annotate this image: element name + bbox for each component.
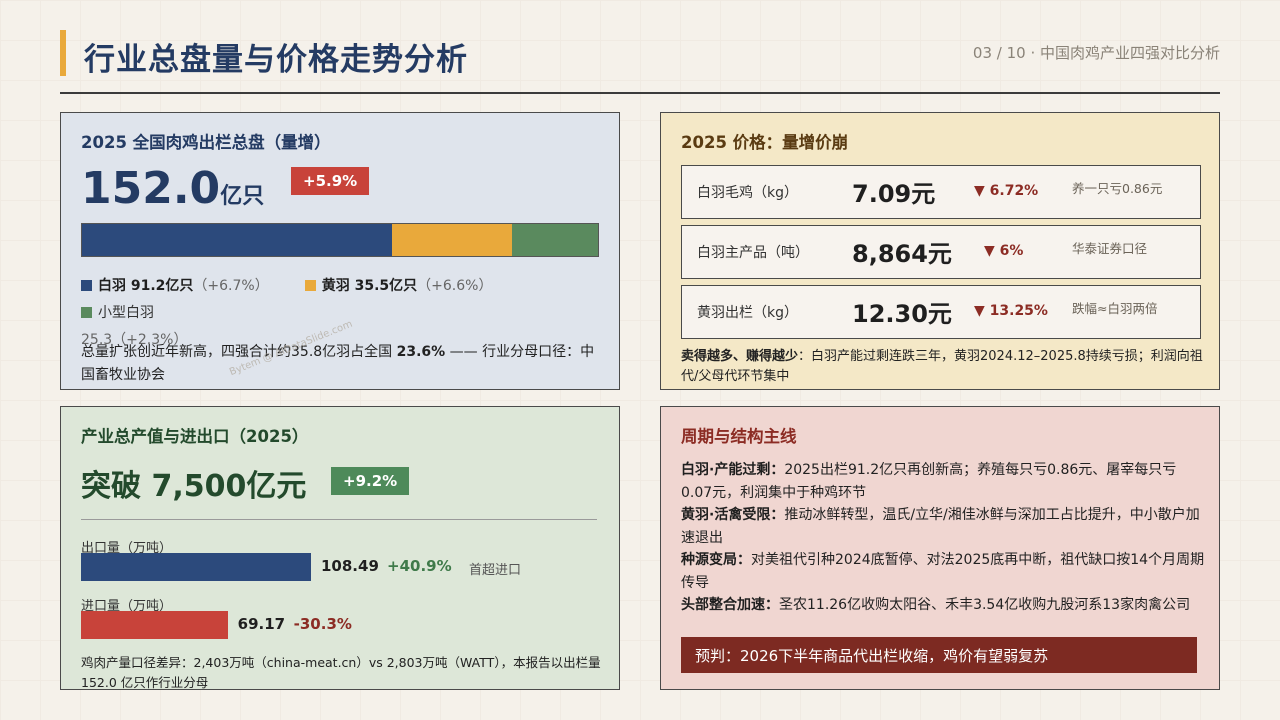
price-row-remark: 养一只亏0.86元 [1072, 181, 1163, 196]
price-row-white-broiler: 白羽毛鸡（kg） 7.09元 ▼ 6.72% 养一只亏0.86元 [681, 165, 1201, 219]
legend-swatch [81, 280, 92, 291]
legend-label: 小型白羽 [98, 305, 154, 321]
price-row-change: ▼ 6% [984, 243, 1024, 259]
legend-growth: （+6.6%） [417, 278, 493, 294]
legend-item-yellow-feather: 黄羽 35.5亿只（+6.6%） [304, 273, 493, 300]
output-total-value: 突破 7,500亿元 [81, 469, 307, 504]
cycle-point-text: 对美祖代引种2024底暂停、对法2025底再中断，祖代缺口按14个月周期传导 [681, 552, 1205, 591]
legend-swatch [81, 307, 92, 318]
volume-total: 152.0亿只 [81, 163, 264, 214]
legend-swatch [304, 280, 316, 291]
page-breadcrumb: 03 / 10 · 中国肉鸡产业四强对比分析 [972, 44, 1220, 62]
price-row-yellow-broiler: 黄羽出栏（kg） 12.30元 ▼ 13.25% 跌幅≈白羽两倍 [681, 285, 1201, 339]
cycle-title: 周期与结构主线 [681, 427, 797, 446]
price-row-value: 8,864元 [852, 240, 952, 268]
output-divider [81, 519, 597, 520]
volume-total-unit: 亿只 [220, 184, 265, 209]
import-value: 69.17 [237, 615, 286, 633]
output-title: 产业总产值与进出口（2025） [81, 427, 309, 446]
segment-white-feather [82, 224, 392, 256]
output-growth-badge: +9.2% [331, 467, 410, 495]
price-panel: 2025 价格：量增价崩 白羽毛鸡（kg） 7.09元 ▼ 6.72% 养一只亏… [660, 112, 1220, 390]
header-divider [60, 92, 1220, 94]
export-change: +40.9% [387, 557, 452, 575]
legend-growth: （+6.7%） [193, 278, 269, 294]
cycle-points: 白羽·产能过剩：2025出栏91.2亿只再创新高；养殖每只亏0.86元、屠宰每只… [681, 459, 1206, 617]
price-row-label: 白羽主产品（吨） [697, 245, 809, 261]
export-bar [81, 553, 311, 581]
import-bar [81, 611, 228, 639]
legend-label: 黄羽 35.5亿只 [321, 278, 418, 294]
price-row-remark: 跌幅≈白羽两倍 [1072, 301, 1158, 316]
volume-total-value: 152.0 [81, 163, 221, 214]
price-row-value: 7.09元 [852, 180, 936, 208]
cycle-point: 白羽·产能过剩：2025出栏91.2亿只再创新高；养殖每只亏0.86元、屠宰每只… [681, 459, 1206, 504]
cycle-point-text: 圣农11.26亿收购太阳谷、禾丰3.54亿收购九股河系13家肉禽公司 [779, 597, 1191, 613]
output-panel: 产业总产值与进出口（2025） 突破 7,500亿元 +9.2% 出口量（万吨）… [60, 406, 620, 690]
cycle-point: 头部整合加速：圣农11.26亿收购太阳谷、禾丰3.54亿收购九股河系13家肉禽公… [681, 594, 1206, 617]
price-row-label: 黄羽出栏（kg） [697, 305, 798, 321]
price-note-head: 卖得越多、赚得越少 [681, 349, 799, 364]
output-note: 鸡肉产量口径差异：2,403万吨（china-meat.cn）vs 2,803万… [81, 655, 601, 690]
volume-title: 2025 全国肉鸡出栏总盘（量增） [81, 133, 331, 152]
volume-panel: 2025 全国肉鸡出栏总盘（量增） 152.0亿只 +5.9% 白羽 91.2亿… [60, 112, 620, 390]
volume-growth-badge: +5.9% [291, 167, 370, 195]
export-remark: 首超进口 [469, 563, 522, 578]
legend-label: 白羽 91.2亿只 [98, 278, 194, 294]
segment-small-white [512, 224, 598, 256]
price-row-label: 白羽毛鸡（kg） [697, 185, 798, 201]
cycle-point-head: 头部整合加速： [681, 597, 779, 613]
price-row-main-product: 白羽主产品（吨） 8,864元 ▼ 6% 华泰证券口径 [681, 225, 1201, 279]
cycle-point-head: 黄羽·活禽受限： [681, 507, 785, 523]
cycle-panel: 周期与结构主线 白羽·产能过剩：2025出栏91.2亿只再创新高；养殖每只亏0.… [660, 406, 1220, 690]
segment-yellow-feather [391, 224, 513, 256]
cycle-point-head: 种源变局： [681, 552, 751, 568]
export-value: 108.49 [321, 557, 379, 575]
volume-note-text: 总量扩张创近年新高，四强合计约35.8亿羽占全国 [81, 344, 397, 360]
volume-stacked-bar [81, 223, 599, 257]
cycle-forecast-banner: 预判：2026下半年商品代出栏收缩，鸡价有望弱复苏 [681, 637, 1197, 673]
cycle-point: 种源变局：对美祖代引种2024底暂停、对法2025底再中断，祖代缺口按14个月周… [681, 549, 1206, 594]
volume-note-share: 23.6% [396, 344, 446, 360]
cycle-point-head: 白羽·产能过剩： [681, 462, 785, 478]
volume-note: 总量扩张创近年新高，四强合计约35.8亿羽占全国 23.6% —— 行业分母口径… [81, 341, 601, 387]
price-row-change: ▼ 6.72% [974, 183, 1039, 199]
price-note: 卖得越多、赚得越少：白羽产能过剩连跌三年，黄羽2024.12–2025.8持续亏… [681, 347, 1206, 387]
title-accent-bar [60, 30, 66, 76]
price-row-remark: 华泰证券口径 [1072, 241, 1148, 256]
legend-item-white-feather: 白羽 91.2亿只（+6.7%） [81, 273, 269, 300]
price-title: 2025 价格：量增价崩 [681, 133, 849, 152]
price-row-change: ▼ 13.25% [974, 303, 1048, 319]
page-header: 行业总盘量与价格走势分析 03 / 10 · 中国肉鸡产业四强对比分析 [60, 30, 1220, 94]
cycle-point: 黄羽·活禽受限：推动冰鲜转型，温氏/立华/湘佳冰鲜与深加工占比提升，中小散户加速… [681, 504, 1206, 549]
price-row-value: 12.30元 [852, 300, 952, 328]
legend-item-small-white: 小型白羽 [81, 300, 154, 327]
import-change: -30.3% [293, 615, 352, 633]
page-title: 行业总盘量与价格走势分析 [84, 42, 468, 78]
